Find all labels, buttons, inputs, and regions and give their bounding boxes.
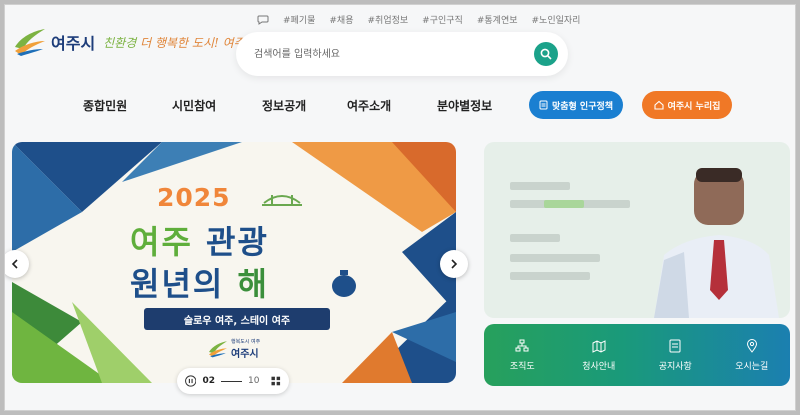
banner-next-button[interactable] — [440, 250, 468, 278]
chat-icon — [257, 15, 269, 25]
tag-link[interactable]: #폐기물 — [283, 13, 315, 26]
logo-name: 여주시 — [51, 34, 96, 53]
page-frame: #폐기물 #채용 #취업정보 #구인구직 #통계연보 #노인일자리 여주시 친환… — [4, 4, 796, 411]
location-pin-icon — [746, 338, 757, 353]
blurred-text — [510, 254, 600, 262]
tag-link[interactable]: #채용 — [329, 13, 353, 26]
slide-progress-line — [220, 380, 242, 382]
org-chart-icon — [515, 339, 529, 351]
pottery-icon — [332, 270, 356, 297]
banner-headline-1a: 여주 — [130, 223, 193, 261]
slogan: 친환경 더 행복한 도시! 여주 — [103, 34, 245, 51]
banner-headline-1b: 관광 — [192, 223, 269, 261]
quick-menu-label: 공지사항 — [658, 361, 692, 372]
slogan-rest: 더 행복한 도시! 여주 — [136, 35, 245, 50]
nav-item-fields[interactable]: 분야별정보 — [437, 97, 527, 114]
search-input[interactable] — [254, 44, 514, 64]
nav-item-participation[interactable]: 시민참여 — [172, 97, 262, 114]
population-policy-button[interactable]: 맞춤형 인구정책 — [529, 91, 623, 119]
banner-headline-1: 여주 관광 — [130, 217, 269, 263]
nav-item-about[interactable]: 여주소개 — [347, 97, 437, 114]
quick-menu-label: 청사안내 — [582, 361, 616, 372]
search-button[interactable] — [534, 42, 558, 66]
quick-menu-directions[interactable]: 오시는길 — [714, 324, 791, 386]
slide-total: 10 — [247, 376, 260, 386]
slogan-highlight: 친환경 — [103, 35, 137, 50]
nav-item-disclosure[interactable]: 정보공개 — [262, 97, 347, 114]
quick-menu-notice[interactable]: 공지사항 — [637, 324, 714, 386]
blurred-text — [510, 182, 570, 190]
blurred-text — [510, 234, 560, 242]
chevron-left-icon — [11, 259, 18, 269]
site-logo[interactable]: 여주시 친환경 더 행복한 도시! 여주 — [13, 27, 245, 57]
tag-link[interactable]: #통계연보 — [477, 13, 518, 26]
tag-link[interactable]: #노인일자리 — [532, 13, 581, 26]
quick-menu-building[interactable]: 청사안내 — [561, 324, 638, 386]
banner-year: 2025 — [157, 183, 231, 212]
banner-headline-2b: 해 — [237, 265, 269, 303]
population-policy-label: 맞춤형 인구정책 — [551, 101, 614, 112]
yeoju-emblem-icon — [15, 29, 45, 56]
pause-icon[interactable] — [185, 375, 197, 387]
grid-view-icon[interactable] — [271, 376, 281, 386]
quick-menu-label: 오시는길 — [735, 361, 769, 372]
slide-current: 02 — [202, 376, 215, 386]
quick-menu: 조직도 청사안내 공지사항 오시는길 — [484, 324, 790, 386]
banner-logo-text: 여주시 — [231, 349, 259, 360]
banner-logo-small: 행복도시 여주 — [231, 339, 261, 345]
chevron-right-icon — [451, 259, 458, 269]
home-icon — [654, 100, 664, 110]
search-icon — [540, 48, 552, 60]
banner-headline-2: 원년의 해 — [130, 259, 269, 305]
blurred-text — [544, 200, 584, 208]
building-map-icon — [592, 339, 606, 353]
quick-menu-label: 조직도 — [509, 361, 535, 372]
notice-icon — [669, 339, 681, 352]
yeoju-site-button[interactable]: 여주시 누리집 — [642, 91, 732, 119]
banner-headline-2a: 원년의 — [130, 265, 238, 303]
popular-tags: #폐기물 #채용 #취업정보 #구인구직 #통계연보 #노인일자리 — [257, 13, 580, 26]
search-bar — [236, 32, 568, 76]
yeoju-emblem-icon — [209, 341, 227, 358]
nav-item-civil[interactable]: 종합민원 — [83, 97, 172, 114]
blurred-text — [510, 272, 590, 280]
mayor-photo — [654, 168, 779, 318]
quick-menu-org-chart[interactable]: 조직도 — [484, 324, 561, 386]
mayor-greeting-panel[interactable] — [484, 142, 790, 318]
banner-logo: 행복도시 여주 여주시 — [207, 338, 260, 360]
main-nav: 종합민원 시민참여 정보공개 여주소개 분야별정보 — [83, 97, 527, 114]
document-icon — [539, 100, 548, 110]
tag-link[interactable]: #구인구직 — [422, 13, 463, 26]
slide-controls: 02 10 — [177, 368, 289, 394]
main-banner[interactable]: 2025 여주 관광 원년의 해 슬로우 여주, 스테이 여주 행복도시 여주 … — [12, 142, 456, 383]
banner-subtitle: 슬로우 여주, 스테이 여주 — [144, 308, 330, 330]
yeoju-site-label: 여주시 누리집 — [667, 101, 721, 112]
tag-link[interactable]: #취업정보 — [368, 13, 409, 26]
bridge-icon — [262, 195, 302, 206]
